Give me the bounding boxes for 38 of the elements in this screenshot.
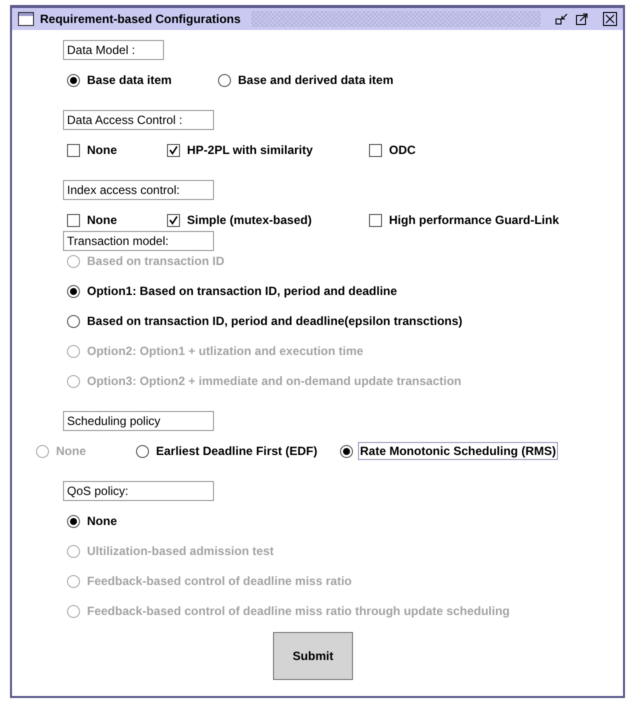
radio-label[interactable]: Rate Monotonic Scheduling (RMS) <box>358 442 558 460</box>
checkbox-label[interactable]: None <box>85 211 119 229</box>
checkbox[interactable] <box>369 144 382 156</box>
checkbox[interactable] <box>67 214 80 226</box>
window-icon <box>18 12 34 26</box>
group-label: Scheduling policy <box>63 411 214 431</box>
submit-button[interactable]: Submit <box>273 632 353 680</box>
radio-button[interactable] <box>67 514 80 528</box>
radio-label[interactable]: Option1: Based on transaction ID, period and deadline <box>85 282 400 300</box>
radio-label[interactable]: Base data item <box>85 71 174 89</box>
checkbox-label[interactable]: Simple (mutex-based) <box>185 211 314 229</box>
radio-label[interactable]: None <box>85 512 119 530</box>
radio-button[interactable] <box>67 74 80 86</box>
radio-button[interactable] <box>340 444 353 458</box>
checkbox[interactable] <box>167 144 180 156</box>
minimize-icon[interactable] <box>555 12 569 26</box>
checkbox-label[interactable]: None <box>85 141 119 159</box>
checkbox[interactable] <box>369 214 382 226</box>
checkbox[interactable] <box>167 214 180 226</box>
checkbox[interactable] <box>67 144 80 156</box>
radio-label[interactable]: Based on transaction ID, period and deadline(epsilon transctions) <box>85 312 464 330</box>
group-label: Transaction model: <box>63 231 214 251</box>
group-label: QoS policy: <box>63 481 214 501</box>
group-label: Data Model : <box>63 40 164 60</box>
checkbox-label[interactable]: High performance Guard-Link <box>387 211 562 229</box>
group-label: Index access control: <box>63 180 214 200</box>
group-label: Data Access Control : <box>63 110 214 130</box>
radio-button[interactable] <box>136 444 149 458</box>
window-title: Requirement-based Configurations <box>40 12 241 26</box>
radio-label[interactable]: Base and derived data item <box>236 71 396 89</box>
checkbox-label[interactable]: HP-2PL with similarity <box>185 141 315 159</box>
radio-label[interactable]: Earliest Deadline First (EDF) <box>154 442 320 460</box>
radio-button[interactable] <box>218 74 231 86</box>
close-icon[interactable] <box>603 12 617 26</box>
radio-button[interactable] <box>67 314 80 328</box>
radio-button[interactable] <box>67 284 80 298</box>
checkbox-label[interactable]: ODC <box>387 141 418 159</box>
maximize-icon[interactable] <box>575 12 589 26</box>
